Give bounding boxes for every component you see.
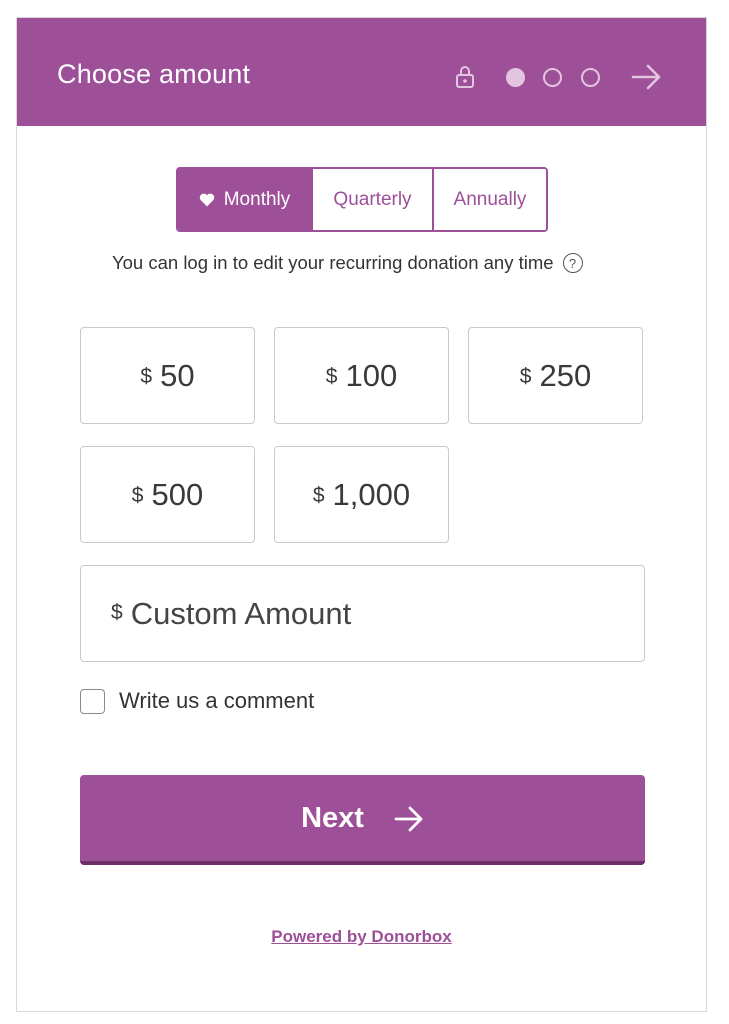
tab-label: Annually [453,188,527,210]
donation-form-card: Choose amount Monthly Quarterly Annually… [16,17,707,1012]
custom-amount-input[interactable]: $ Custom Amount [80,565,645,662]
tab-annually[interactable]: Annually [432,169,546,230]
powered-by-link[interactable]: Powered by Donorbox [17,927,706,947]
amount-value: 500 [151,476,204,512]
amount-option-100[interactable]: $ 100 [274,327,449,424]
recurring-note: You can log in to edit your recurring do… [112,252,583,274]
step-indicator-2 [543,68,562,87]
currency-symbol: $ [519,365,532,388]
amount-option-250[interactable]: $ 250 [468,327,643,424]
amount-value: 50 [160,357,195,393]
amount-value: 100 [345,357,398,393]
next-button[interactable]: Next [80,775,645,865]
arrow-right-icon[interactable] [631,63,663,91]
page-title: Choose amount [57,59,251,89]
frequency-selector: Monthly Quarterly Annually [176,167,548,232]
comment-label[interactable]: Write us a comment [119,688,314,714]
tab-monthly[interactable]: Monthly [178,169,311,230]
currency-symbol: $ [111,600,123,624]
comment-checkbox[interactable] [80,688,105,714]
step-indicator-3 [581,68,600,87]
amount-option-50[interactable]: $ 50 [80,327,255,424]
recurring-note-text: You can log in to edit your recurring do… [112,252,554,273]
custom-amount-placeholder: Custom Amount [130,595,352,631]
arrow-right-icon [394,806,423,832]
help-icon[interactable]: ? [562,253,583,273]
amount-value: 1,000 [332,476,411,512]
amount-option-500[interactable]: $ 500 [80,446,255,543]
currency-symbol: $ [140,365,153,388]
comment-option: Write us a comment [80,688,314,714]
next-button-label: Next [301,801,364,834]
currency-symbol: $ [312,484,325,507]
tab-label: Quarterly [333,188,412,210]
tab-quarterly[interactable]: Quarterly [311,169,432,230]
amount-option-1000[interactable]: $ 1,000 [274,446,449,543]
form-header: Choose amount [17,18,706,126]
step-indicator-1 [506,68,525,87]
currency-symbol: $ [131,484,144,507]
currency-symbol: $ [325,365,338,388]
lock-icon [456,66,474,88]
heart-icon [199,193,214,206]
amount-value: 250 [539,357,592,393]
tab-label: Monthly [223,188,291,210]
